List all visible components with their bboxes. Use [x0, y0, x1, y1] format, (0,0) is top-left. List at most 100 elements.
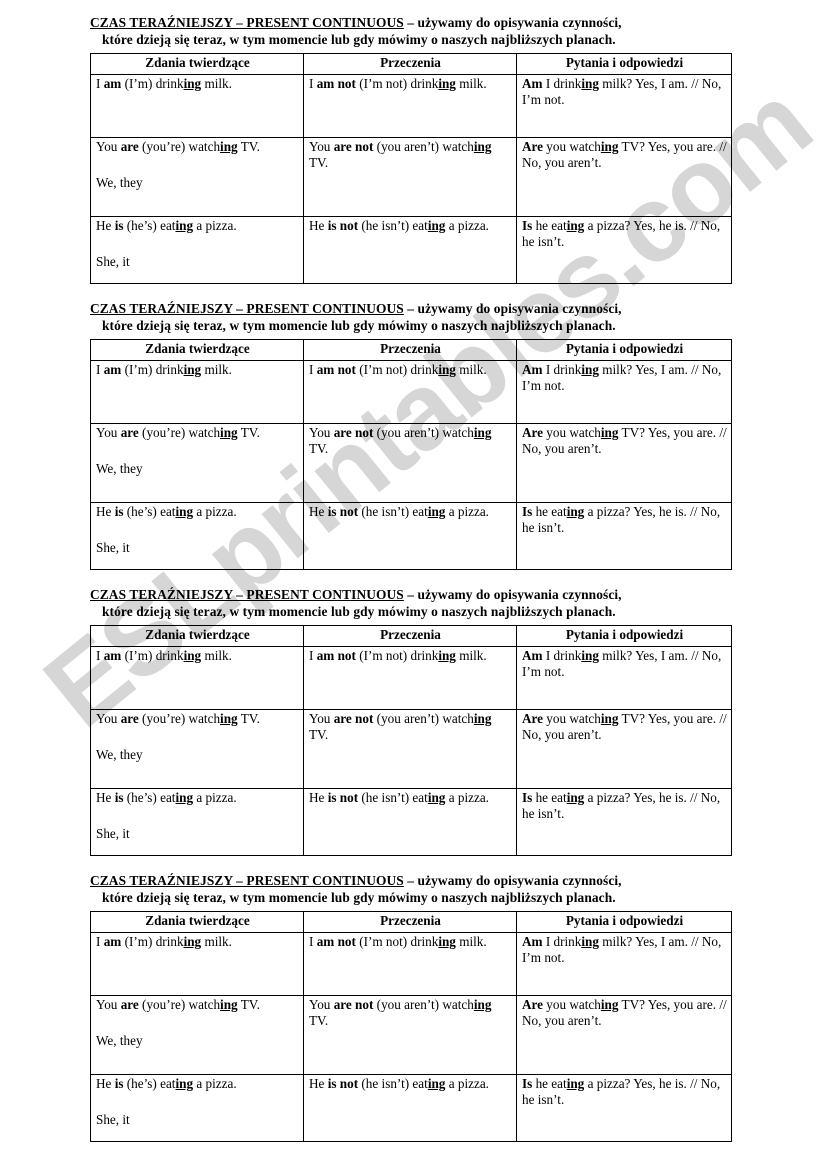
question-aux-bold: Am: [522, 76, 543, 91]
affirmative-verb-bold: am: [103, 76, 122, 91]
negative-mid: (you aren’t) watch: [373, 139, 474, 154]
cell-question-answer: Am I drinking milk? Yes, I am. // No, I’…: [516, 74, 732, 138]
cell-affirmative: He is (he’s) eating a pizza. She, it: [90, 502, 304, 570]
affirmative-verb-bold: are: [120, 997, 139, 1012]
column-header-3: Pytania i odpowiedzi: [516, 625, 732, 647]
conjugation-table: Zdania twierdzące Przeczenia Pytania i odp…: [90, 911, 732, 1142]
table-row: He is (he’s) eating a pizza. She, it He is…: [90, 788, 732, 856]
column-header-2: Przeczenia: [303, 339, 517, 361]
cell-affirmative: He is (he’s) eating a pizza. She, it: [90, 788, 304, 856]
question-ing: ing: [600, 139, 619, 154]
column-header-1: Zdania twierdzące: [90, 911, 304, 933]
cell-negative: I am not (I’m not) drinking milk.: [303, 646, 517, 710]
affirmative-mid: (he’s) eat: [123, 218, 176, 233]
block-heading: CZAS TERAŹNIEJSZY – PRESENT CONTINUOUS –…: [90, 300, 731, 334]
negative-post: milk.: [455, 934, 487, 949]
negative-verb-bold: are not: [333, 139, 374, 154]
negative-pre: I: [309, 362, 317, 377]
block-heading: CZAS TERAŹNIEJSZY – PRESENT CONTINUOUS –…: [90, 14, 731, 48]
table-row: I am (I’m) drinking milk. I am not (I’m n…: [90, 646, 732, 710]
affirmative-pre: You: [96, 997, 121, 1012]
cell-affirmative: I am (I’m) drinking milk.: [90, 360, 304, 424]
negative-post: a pizza.: [445, 790, 489, 805]
negative-post: a pizza.: [445, 504, 489, 519]
negative-pre: He: [309, 790, 328, 805]
negative-pre: He: [309, 218, 328, 233]
table-header-row: Zdania twierdzące Przeczenia Pytania i odp…: [90, 625, 732, 647]
affirmative-pre: He: [96, 218, 115, 233]
negative-verb-bold: are not: [333, 997, 374, 1012]
question-aux-bold: Is: [522, 790, 533, 805]
column-header-1: Zdania twierdzące: [90, 625, 304, 647]
grammar-block-2: CZAS TERAŹNIEJSZY – PRESENT CONTINUOUS –…: [90, 300, 732, 570]
negative-pre: I: [309, 76, 317, 91]
question-aux-bold: Are: [522, 139, 543, 154]
column-header-1: Zdania twierdzące: [90, 53, 304, 75]
table-row: You are (you’re) watching TV. We, they You…: [90, 995, 732, 1075]
cell-question-answer: Are you watching TV? Yes, you are. // No…: [516, 137, 732, 217]
cell-negative: I am not (I’m not) drinking milk.: [303, 74, 517, 138]
cell-question-answer: Are you watching TV? Yes, you are. // No…: [516, 995, 732, 1075]
cell-affirmative: He is (he’s) eating a pizza. She, it: [90, 1074, 304, 1142]
affirmative-mid: (I’m) drink: [121, 648, 184, 663]
negative-mid: (you aren’t) watch: [373, 425, 474, 440]
affirmative-extra-pronouns: She, it: [96, 253, 130, 269]
negative-verb-bold: is not: [327, 218, 359, 233]
affirmative-post: a pizza.: [193, 504, 237, 519]
column-header-2: Przeczenia: [303, 911, 517, 933]
affirmative-pre: I: [96, 934, 104, 949]
affirmative-ing: ing: [175, 1076, 194, 1091]
question-ing: ing: [581, 934, 599, 949]
affirmative-ing: ing: [175, 790, 194, 805]
negative-pre: I: [309, 648, 317, 663]
question-mid: I drink: [542, 362, 582, 377]
negative-ing: ing: [473, 139, 492, 154]
cell-negative: I am not (I’m not) drinking milk.: [303, 932, 517, 996]
affirmative-verb-bold: are: [120, 711, 139, 726]
negative-post: a pizza.: [445, 1076, 489, 1091]
cell-negative: You are not (you aren’t) watching TV.: [303, 423, 517, 503]
affirmative-ing: ing: [183, 76, 202, 91]
cell-negative: He is not (he isn’t) eating a pizza.: [303, 1074, 517, 1142]
cell-question-answer: Are you watching TV? Yes, you are. // No…: [516, 709, 732, 789]
negative-mid: (you aren’t) watch: [373, 711, 474, 726]
negative-verb-bold: are not: [333, 425, 374, 440]
cell-affirmative: You are (you’re) watching TV. We, they: [90, 137, 304, 217]
cell-question-answer: Is he eating a pizza? Yes, he is. // No,…: [516, 1074, 732, 1142]
negative-ing: ing: [427, 1076, 446, 1091]
cell-question-answer: Am I drinking milk? Yes, I am. // No, I’…: [516, 646, 732, 710]
negative-ing: ing: [427, 504, 446, 519]
negative-mid: (he isn’t) eat: [358, 1076, 428, 1091]
affirmative-verb-bold: am: [103, 648, 122, 663]
negative-ing: ing: [473, 425, 492, 440]
block-heading: CZAS TERAŹNIEJSZY – PRESENT CONTINUOUS –…: [90, 586, 731, 620]
heading-line2: które dzieją się teraz, w tym momencie l…: [102, 318, 616, 333]
negative-mid: (I’m not) drink: [355, 934, 439, 949]
negative-pre: I: [309, 934, 317, 949]
question-mid: you watch: [543, 997, 601, 1012]
affirmative-post: milk.: [201, 648, 232, 663]
negative-verb-bold: is not: [327, 790, 359, 805]
affirmative-extra-pronouns: We, they: [96, 1032, 143, 1048]
affirmative-extra-pronouns: We, they: [96, 174, 143, 190]
conjugation-table: Zdania twierdzące Przeczenia Pytania i odp…: [90, 53, 732, 284]
conjugation-table: Zdania twierdzące Przeczenia Pytania i odp…: [90, 625, 732, 856]
question-aux-bold: Am: [522, 648, 543, 663]
question-mid: he eat: [532, 218, 567, 233]
heading-title-underlined: CZAS TERAŹNIEJSZY – PRESENT CONTINUOUS: [90, 873, 404, 888]
grammar-block-1: CZAS TERAŹNIEJSZY – PRESENT CONTINUOUS –…: [90, 14, 732, 284]
heading-title-underlined: CZAS TERAŹNIEJSZY – PRESENT CONTINUOUS: [90, 301, 404, 316]
affirmative-mid: (he’s) eat: [123, 504, 176, 519]
negative-post: TV.: [309, 440, 329, 456]
question-ing: ing: [566, 1076, 585, 1091]
cell-affirmative: He is (he’s) eating a pizza. She, it: [90, 216, 304, 284]
table-row: I am (I’m) drinking milk. I am not (I’m n…: [90, 74, 732, 138]
affirmative-post: a pizza.: [193, 1076, 237, 1091]
table-row: I am (I’m) drinking milk. I am not (I’m n…: [90, 932, 732, 996]
table-header-row: Zdania twierdzące Przeczenia Pytania i odp…: [90, 339, 732, 361]
affirmative-pre: You: [96, 139, 121, 154]
negative-mid: (he isn’t) eat: [358, 504, 428, 519]
cell-affirmative: You are (you’re) watching TV. We, they: [90, 709, 304, 789]
negative-ing: ing: [473, 711, 492, 726]
affirmative-pre: He: [96, 504, 115, 519]
